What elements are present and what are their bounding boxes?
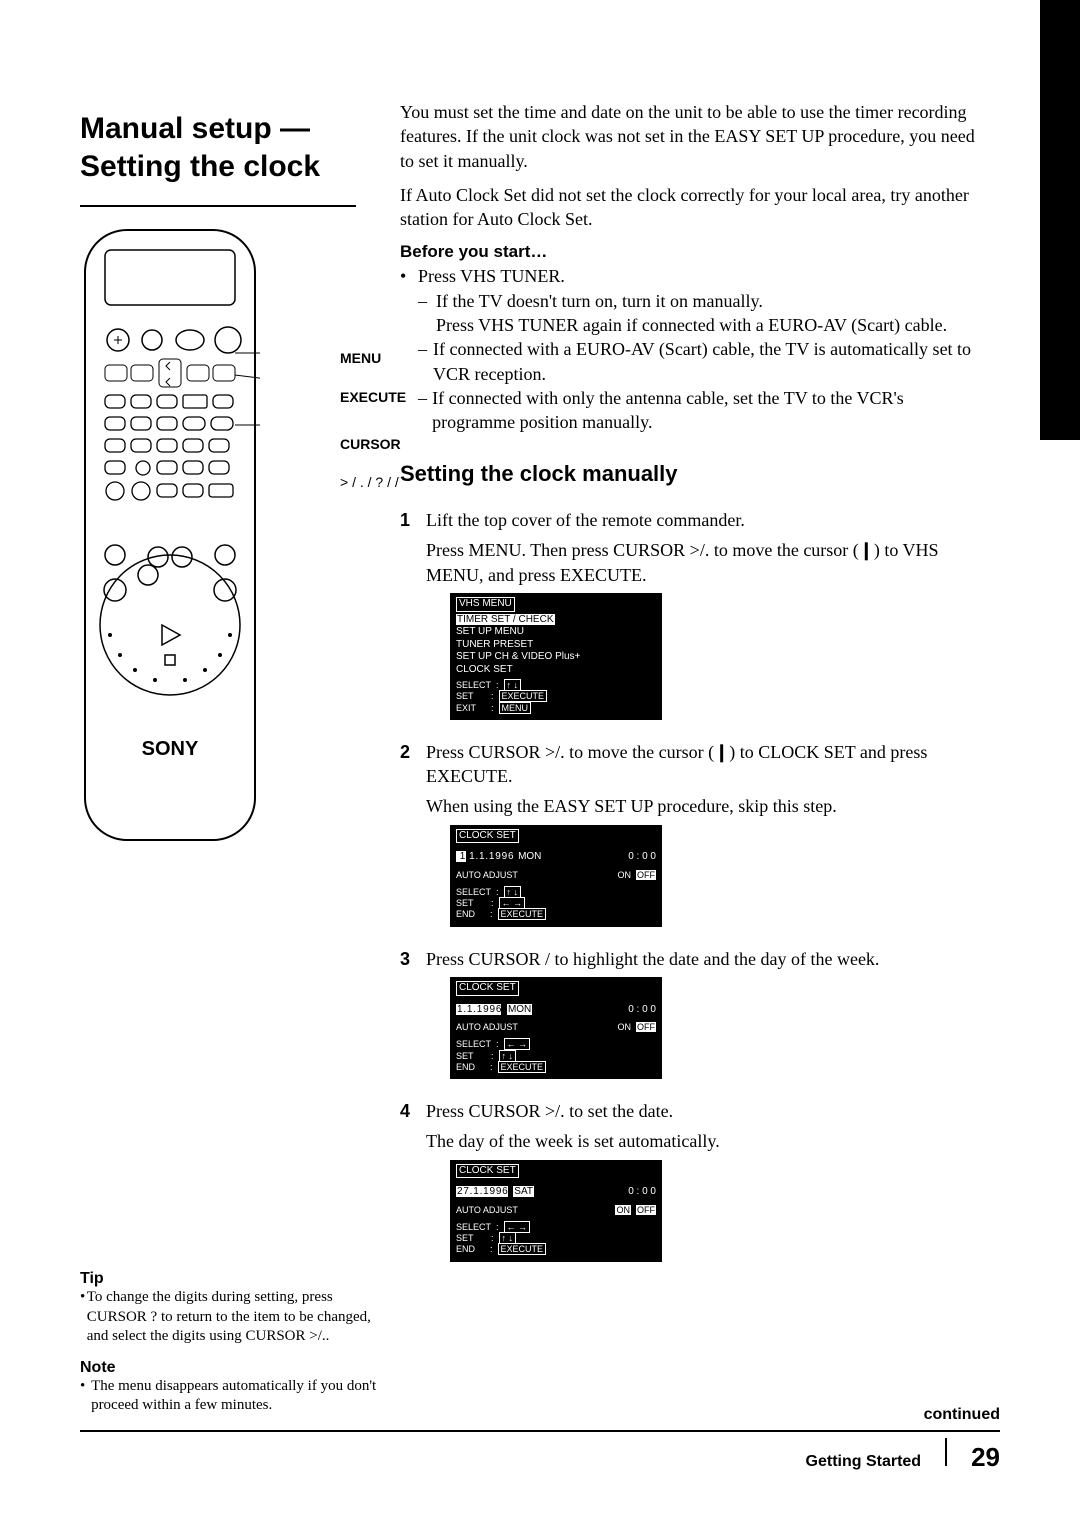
- before-dash-3: –If connected with only the antenna cabl…: [400, 386, 980, 435]
- intro-2: If Auto Clock Set did not set the clock …: [400, 183, 980, 232]
- osd-vhs-menu: VHS MENU TIMER SET / CHECK SET UP MENU T…: [450, 593, 662, 720]
- title-rule: [80, 205, 356, 207]
- osd-clock-set-2: CLOCK SET 1 . 1 . 1 9 9 6 MON0 : 0 0 AUT…: [450, 977, 662, 1079]
- continued-label: continued: [80, 1406, 1000, 1424]
- remote-callouts: MENU EXECUTE CURSOR > / . / ? / /: [340, 350, 406, 513]
- side-tab-label: Getting Started: [1052, 54, 1070, 170]
- footer-section: Getting Started: [806, 1453, 922, 1471]
- footer: continued Getting Started 29: [80, 1406, 1000, 1473]
- before-bullet: •Press VHS TUNER.: [400, 264, 980, 288]
- right-column: You must set the time and date on the un…: [400, 100, 980, 1262]
- page-title: Manual setup — Setting the clock: [80, 110, 380, 185]
- footer-page: 29: [971, 1442, 1000, 1473]
- label-cursor: CURSOR: [340, 436, 406, 453]
- tip-heading: Tip: [80, 1270, 380, 1288]
- step-1: 1 Lift the top cover of the remote comma…: [400, 508, 980, 720]
- remote-illustration: SONY: [80, 225, 380, 850]
- step-4: 4 Press CURSOR >/. to set the date. The …: [400, 1099, 980, 1262]
- step-3: 3 Press CURSOR / to highlight the date a…: [400, 947, 980, 1079]
- sony-logo: SONY: [142, 738, 199, 760]
- sub-heading: Setting the clock manually: [400, 459, 980, 489]
- label-menu: MENU: [340, 350, 406, 367]
- label-cursor-sub: > / . / ? / /: [340, 474, 406, 491]
- before-dash-2: –If connected with a EURO-AV (Scart) cab…: [400, 337, 980, 386]
- remote-svg: SONY: [80, 225, 260, 845]
- left-column: Manual setup — Setting the clock: [80, 110, 380, 1416]
- before-heading: Before you start…: [400, 241, 980, 264]
- osd-clock-set-1: CLOCK SET 1 1 . 1 . 1 9 9 6 MON0 : 0 0 A…: [450, 825, 662, 927]
- tip-body: • To change the digits during setting, p…: [80, 1288, 380, 1347]
- note-heading: Note: [80, 1359, 380, 1377]
- step-2: 2 Press CURSOR >/. to move the cursor (❙…: [400, 740, 980, 927]
- osd-clock-set-3: CLOCK SET 2 7 . 1 . 1 9 9 6 SAT0 : 0 0 A…: [450, 1160, 662, 1262]
- before-dash-1: – If the TV doesn't turn on, turn it on …: [400, 289, 980, 338]
- label-execute: EXECUTE: [340, 389, 406, 406]
- page: Getting Started Manual setup — Setting t…: [0, 0, 1080, 1528]
- intro-1: You must set the time and date on the un…: [400, 100, 980, 173]
